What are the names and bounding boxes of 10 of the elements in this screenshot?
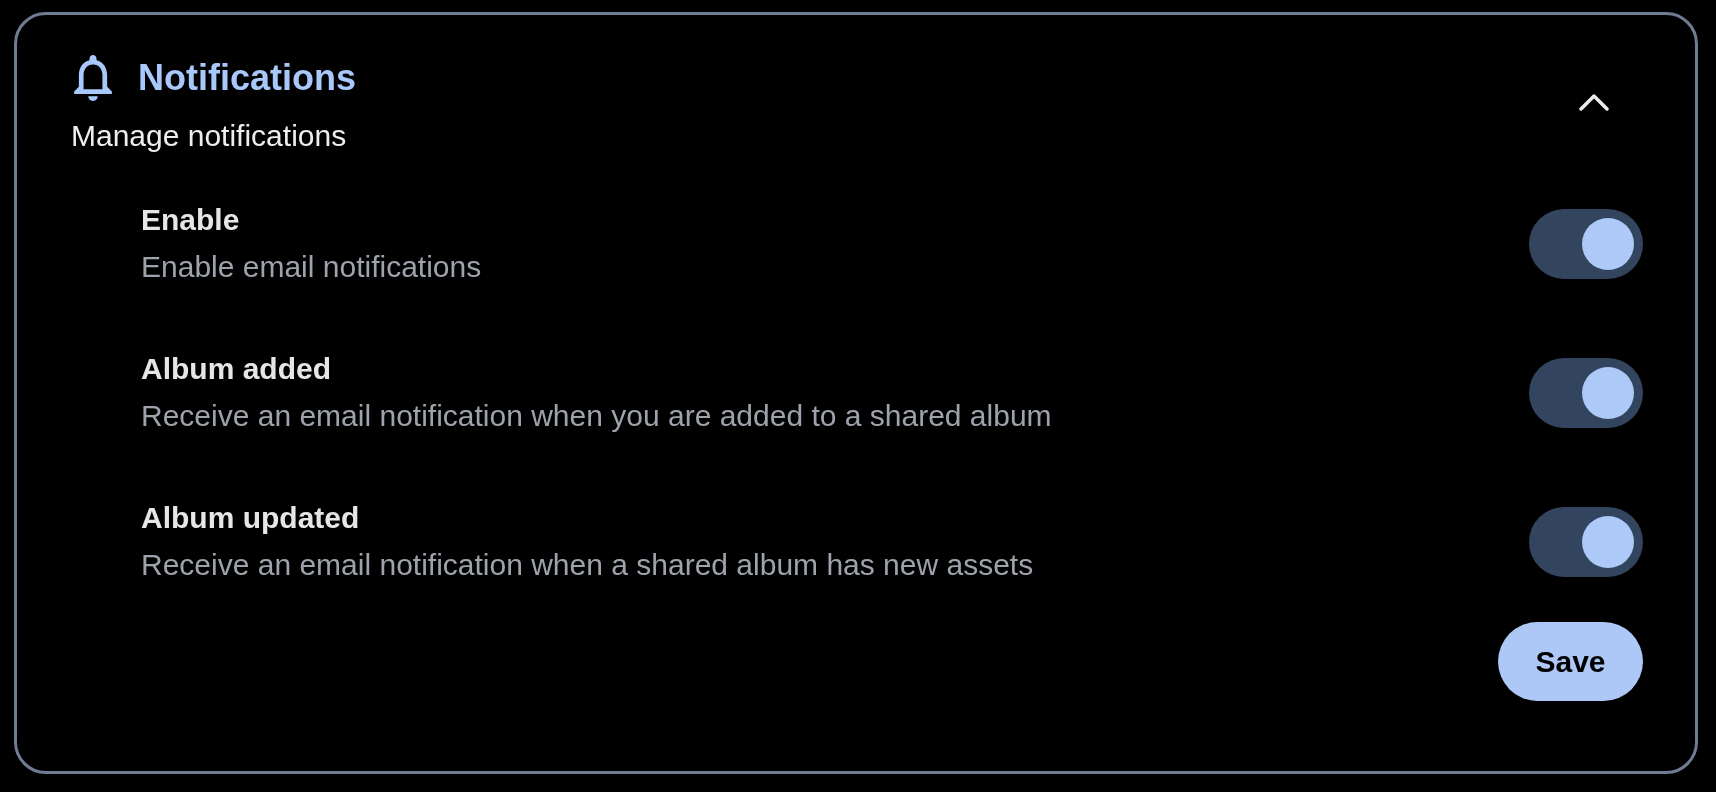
setting-title: Album added	[141, 351, 332, 387]
section-title: Notifications	[138, 56, 356, 100]
setting-title: Enable	[141, 202, 241, 238]
save-button[interactable]: Save	[1498, 622, 1643, 701]
setting-description: Receive an email notification when you are added to a shared album	[141, 398, 1052, 434]
setting-description: Enable email notifications	[141, 249, 482, 285]
setting-title: Album updated	[141, 500, 361, 536]
section-subtitle: Manage notifications	[71, 118, 348, 154]
bell-icon	[74, 55, 112, 101]
setting-description: Receive an email notification when a shared album has new assets	[141, 547, 1034, 583]
